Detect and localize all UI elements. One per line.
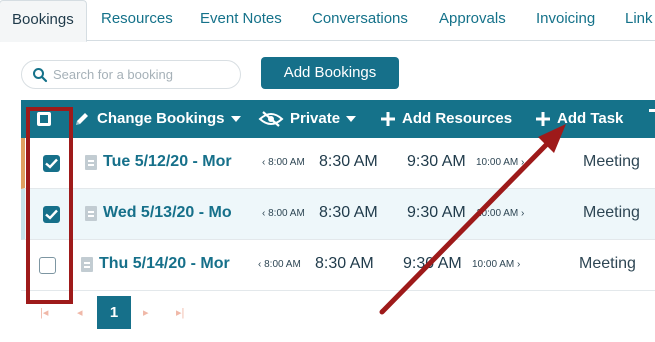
arrow-annotation <box>379 124 566 315</box>
